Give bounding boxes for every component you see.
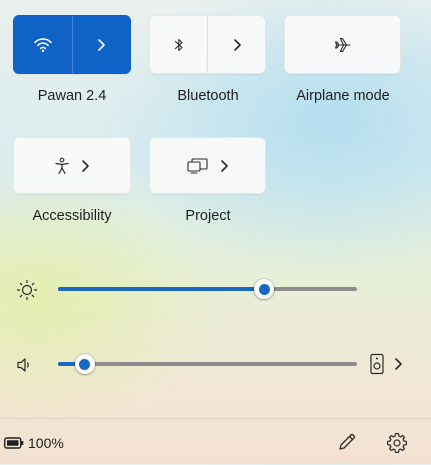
wifi-icon xyxy=(34,37,52,52)
wifi-toggle[interactable] xyxy=(14,16,72,73)
wifi-tile[interactable] xyxy=(13,15,131,74)
chevron-right-icon xyxy=(220,159,228,172)
audio-output-button[interactable] xyxy=(369,352,409,376)
battery-icon xyxy=(4,437,24,449)
accessibility-tile[interactable] xyxy=(13,137,131,194)
project-label: Project xyxy=(185,208,231,224)
wifi-label: Pawan 2.4 xyxy=(37,88,107,104)
bluetooth-label: Bluetooth xyxy=(177,88,239,104)
chevron-right-icon xyxy=(98,38,106,51)
chevron-right-icon xyxy=(395,358,402,370)
pencil-icon xyxy=(339,433,356,450)
accessibility-label: Accessibility xyxy=(32,208,112,224)
brightness-slider-thumb[interactable] xyxy=(254,279,275,299)
bluetooth-icon xyxy=(174,38,183,51)
footer-bar: 100% xyxy=(0,418,431,465)
edit-quick-settings-button[interactable] xyxy=(336,431,358,453)
airplane-mode-tile[interactable] xyxy=(284,15,401,74)
battery-percentage: 100% xyxy=(28,435,64,451)
gear-icon xyxy=(386,432,408,454)
settings-button[interactable] xyxy=(385,431,409,455)
airplane-icon xyxy=(334,37,351,52)
battery-indicator[interactable]: 100% xyxy=(4,435,64,451)
wifi-expand-button[interactable] xyxy=(71,16,131,73)
audio-output-icon xyxy=(370,353,384,375)
bluetooth-tile[interactable] xyxy=(149,15,266,74)
brightness-slider[interactable] xyxy=(58,279,357,299)
volume-slider-thumb[interactable] xyxy=(74,354,95,374)
airplane-mode-label: Airplane mode xyxy=(296,88,390,104)
brightness-icon xyxy=(16,279,38,301)
accessibility-icon xyxy=(55,157,69,174)
brightness-slider-fill xyxy=(58,287,265,291)
chevron-right-icon xyxy=(233,38,241,51)
chevron-right-icon xyxy=(82,159,89,172)
volume-slider[interactable] xyxy=(58,354,357,374)
bluetooth-expand-button[interactable] xyxy=(207,16,265,73)
project-tile[interactable] xyxy=(149,137,266,194)
bluetooth-toggle[interactable] xyxy=(150,16,207,73)
speaker-icon xyxy=(16,356,36,374)
project-icon xyxy=(186,157,208,174)
